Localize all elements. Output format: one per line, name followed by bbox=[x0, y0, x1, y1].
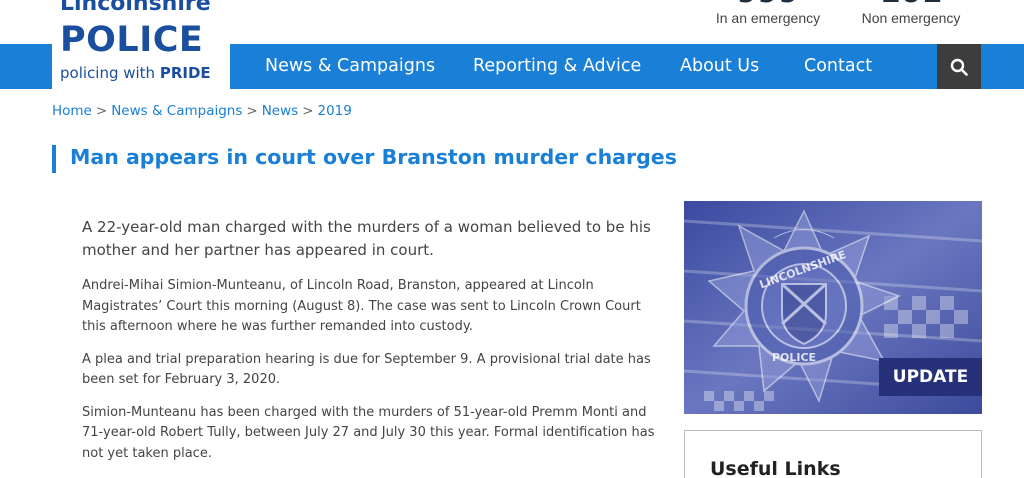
logo-tagline-emphasis: PRIDE bbox=[159, 64, 211, 82]
logo-line2: POLICE bbox=[60, 20, 204, 60]
article-paragraph: Simion-Munteanu has been charged with th… bbox=[82, 404, 655, 461]
article-lead: A 22-year-old man charged with the murde… bbox=[82, 218, 651, 259]
page-title: Man appears in court over Branston murde… bbox=[70, 145, 677, 169]
breadcrumb-separator: > bbox=[302, 103, 314, 119]
article-paragraph: A plea and trial preparation hearing is … bbox=[82, 351, 651, 388]
breadcrumb-separator: > bbox=[95, 103, 108, 119]
nav-news-campaigns[interactable]: News & Campaigns bbox=[265, 44, 435, 89]
logo-line1: Lincolnshire bbox=[60, 0, 211, 16]
breadcrumb-separator: > bbox=[246, 103, 258, 119]
non-emergency-label: Non emergency bbox=[861, 10, 961, 26]
update-tag: UPDATE bbox=[879, 358, 982, 396]
non-emergency-number: 101 bbox=[855, 0, 967, 8]
search-button[interactable] bbox=[937, 44, 981, 89]
breadcrumb-home[interactable]: Home bbox=[52, 103, 92, 119]
breadcrumb-news-campaigns[interactable]: News & Campaigns bbox=[111, 103, 242, 119]
nav-contact[interactable]: Contact bbox=[804, 44, 872, 89]
badge-bottom-text: POLICE bbox=[772, 351, 816, 364]
useful-links-heading: Useful Links bbox=[710, 458, 841, 478]
title-accent-bar bbox=[52, 145, 56, 173]
emergency-label: In an emergency bbox=[715, 10, 821, 26]
search-icon bbox=[950, 58, 968, 76]
breadcrumb-news[interactable]: News bbox=[262, 103, 298, 119]
breadcrumb: Home > News & Campaigns > News >2019 bbox=[52, 103, 352, 119]
update-promo-image[interactable]: LINCOLNSHIRE POLICE UPDATE bbox=[684, 201, 982, 414]
logo-tagline-prefix: policing with bbox=[60, 64, 160, 82]
emergency-101[interactable]: 101 Non emergency bbox=[855, 0, 967, 26]
site-logo[interactable]: Lincolnshire POLICE policing with PRIDE bbox=[52, 0, 230, 89]
article-paragraph: Andrei-Mihai Simion-Munteanu, of Lincoln… bbox=[82, 278, 641, 334]
nav-reporting-advice[interactable]: Reporting & Advice bbox=[473, 44, 641, 89]
breadcrumb-2019[interactable]: 2019 bbox=[318, 103, 352, 119]
article-body: A 22-year-old man charged with the murde… bbox=[82, 216, 662, 476]
emergency-number: 999 bbox=[710, 0, 826, 8]
useful-links-panel: Useful Links bbox=[684, 430, 982, 478]
emergency-999[interactable]: 999 In an emergency bbox=[710, 0, 826, 26]
logo-tagline: policing with PRIDE bbox=[60, 64, 211, 82]
nav-about-us[interactable]: About Us bbox=[680, 44, 759, 89]
